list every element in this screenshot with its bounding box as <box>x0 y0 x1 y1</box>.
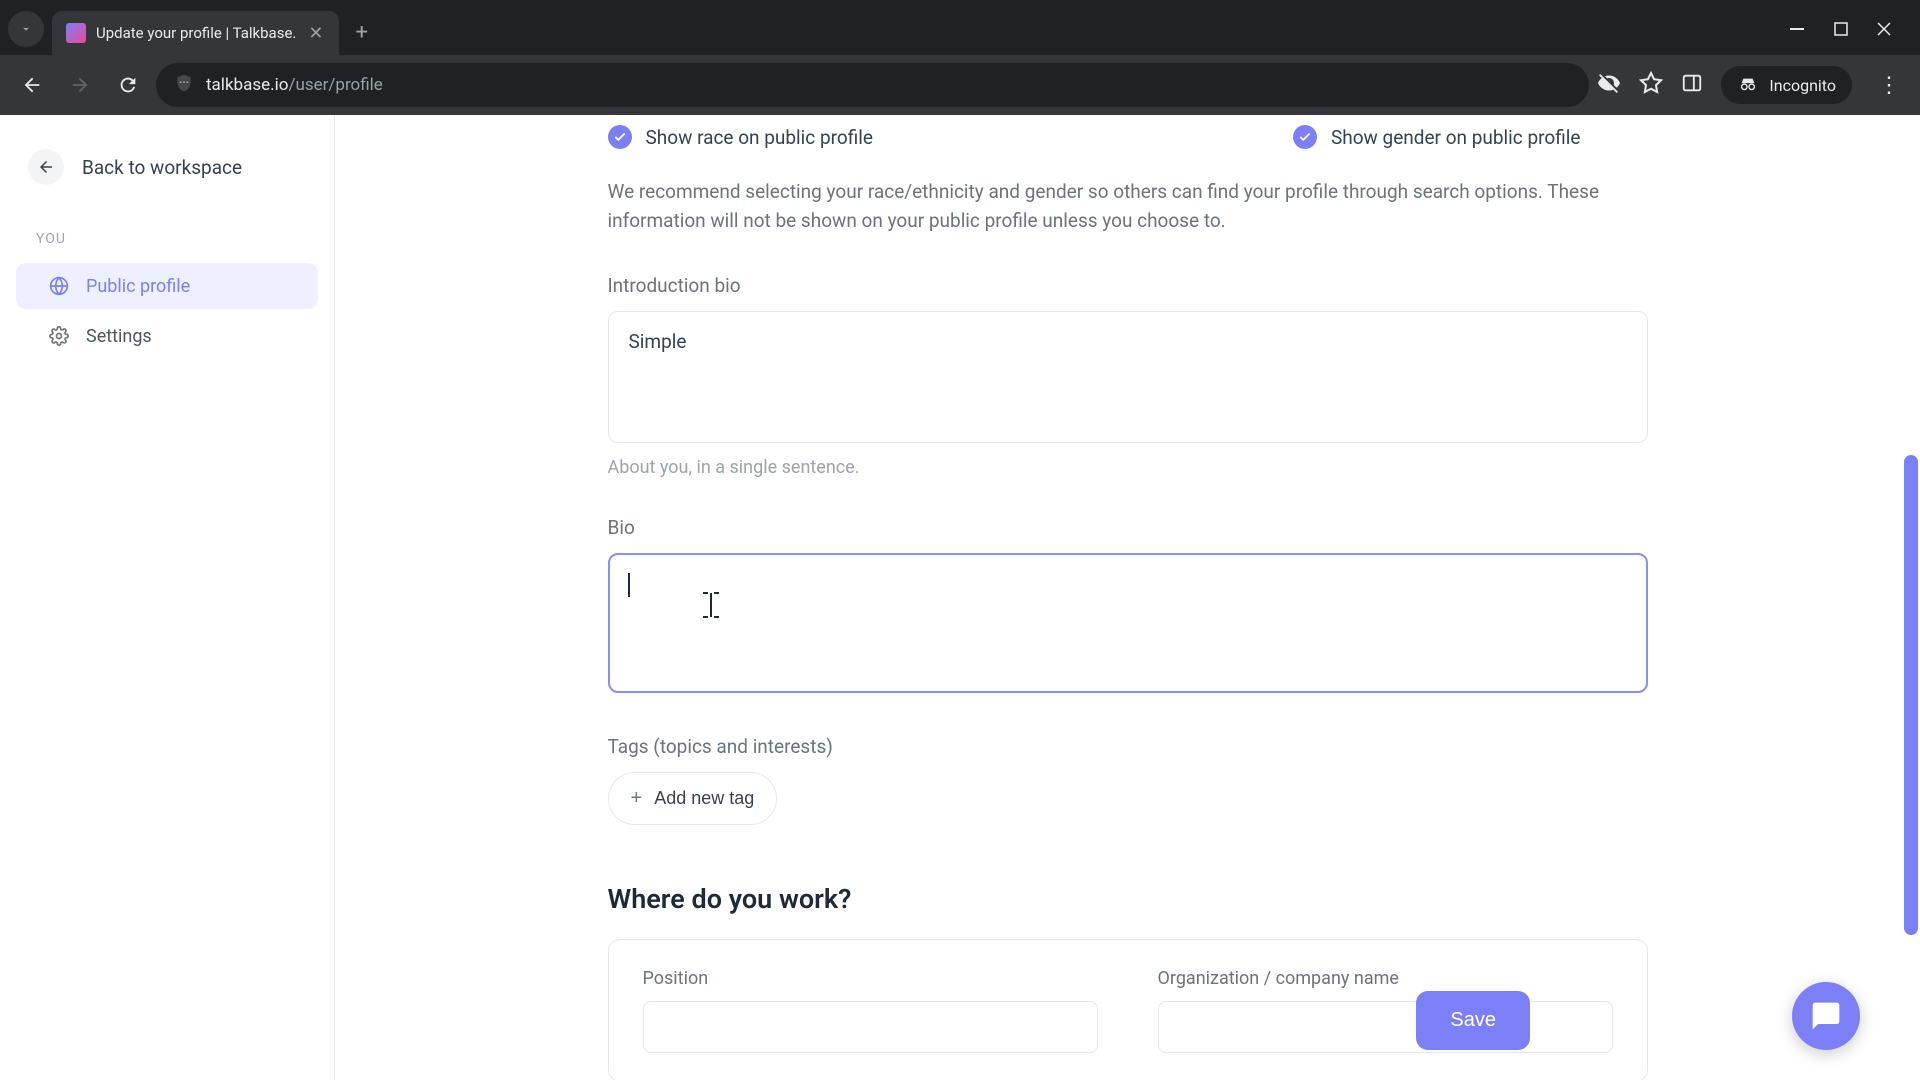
scrollbar-thumb[interactable] <box>1904 455 1918 935</box>
gear-icon <box>48 325 70 347</box>
window-controls <box>1790 21 1912 41</box>
back-to-workspace[interactable]: Back to workspace <box>0 135 334 199</box>
close-tab-icon[interactable]: ✕ <box>306 21 325 46</box>
browser-tab[interactable]: Update your profile | Talkbase. ✕ <box>52 11 339 55</box>
favicon-icon <box>66 23 86 43</box>
add-tag-button[interactable]: + Add new tag <box>608 772 778 825</box>
main-content: Show race on public profile Show gender … <box>335 115 1920 1080</box>
tab-search-button[interactable] <box>8 11 44 47</box>
browser-chrome: Update your profile | Talkbase. ✕ + talk… <box>0 0 1920 115</box>
sidebar: Back to workspace YOU Public profile Set… <box>0 115 335 1080</box>
address-bar: talkbase.io/user/profile Incognito ⋮ <box>0 55 1920 115</box>
org-label: Organization / company name <box>1158 968 1613 989</box>
tab-title: Update your profile | Talkbase. <box>96 24 296 42</box>
bio-input[interactable] <box>608 553 1648 693</box>
back-label: Back to workspace <box>82 156 242 179</box>
globe-icon <box>48 275 70 297</box>
intro-hint: About you, in a single sentence. <box>608 457 1648 478</box>
help-text: We recommend selecting your race/ethnici… <box>608 177 1648 236</box>
sidebar-section-label: YOU <box>0 199 334 259</box>
position-label: Position <box>643 968 1098 989</box>
url-bar[interactable]: talkbase.io/user/profile <box>156 63 1589 107</box>
reload-button[interactable] <box>108 65 148 105</box>
new-tab-button[interactable]: + <box>339 20 383 45</box>
save-button[interactable]: Save <box>1416 991 1530 1050</box>
scrollbar[interactable] <box>1902 115 1920 1080</box>
back-arrow-icon <box>28 149 64 185</box>
side-panel-icon[interactable] <box>1681 72 1703 98</box>
checkbox-show-race[interactable]: Show race on public profile <box>608 125 873 149</box>
tags-label: Tags (topics and interests) <box>608 735 1648 758</box>
app-root: Back to workspace YOU Public profile Set… <box>0 115 1920 1080</box>
maximize-icon[interactable] <box>1834 21 1848 41</box>
nav-label: Public profile <box>86 276 190 297</box>
bio-label: Bio <box>608 516 1648 539</box>
site-info-icon[interactable] <box>174 73 194 97</box>
text-caret <box>628 573 630 597</box>
intro-bio-label: Introduction bio <box>608 274 1648 297</box>
add-tag-label: Add new tag <box>654 788 754 809</box>
back-button[interactable] <box>12 65 52 105</box>
tab-bar: Update your profile | Talkbase. ✕ + <box>0 0 1920 55</box>
checkbox-label: Show gender on public profile <box>1331 126 1581 149</box>
sidebar-item-public-profile[interactable]: Public profile <box>16 263 318 309</box>
incognito-icon <box>1737 74 1759 96</box>
checkbox-label: Show race on public profile <box>646 126 873 149</box>
sidebar-item-settings[interactable]: Settings <box>16 313 318 359</box>
org-input[interactable] <box>1158 1001 1613 1053</box>
close-window-icon[interactable] <box>1876 21 1892 41</box>
checkbox-row: Show race on public profile Show gender … <box>608 125 1648 149</box>
position-input[interactable] <box>643 1001 1098 1053</box>
intro-bio-input[interactable] <box>608 311 1648 443</box>
chat-widget-button[interactable] <box>1792 982 1860 1050</box>
incognito-badge[interactable]: Incognito <box>1721 66 1852 104</box>
checkbox-checked-icon <box>1293 125 1317 149</box>
bookmark-star-icon[interactable] <box>1639 71 1663 99</box>
chat-icon <box>1810 1000 1842 1032</box>
checkbox-checked-icon <box>608 125 632 149</box>
browser-menu-icon[interactable]: ⋮ <box>1870 65 1908 106</box>
url-text: talkbase.io/user/profile <box>206 75 383 95</box>
checkbox-show-gender[interactable]: Show gender on public profile <box>1293 125 1581 149</box>
minimize-icon[interactable] <box>1790 21 1806 41</box>
nav-label: Settings <box>86 326 152 347</box>
forward-button[interactable] <box>60 65 100 105</box>
work-heading: Where do you work? <box>608 883 1648 915</box>
eye-off-icon[interactable] <box>1597 71 1621 99</box>
plus-icon: + <box>631 787 643 810</box>
